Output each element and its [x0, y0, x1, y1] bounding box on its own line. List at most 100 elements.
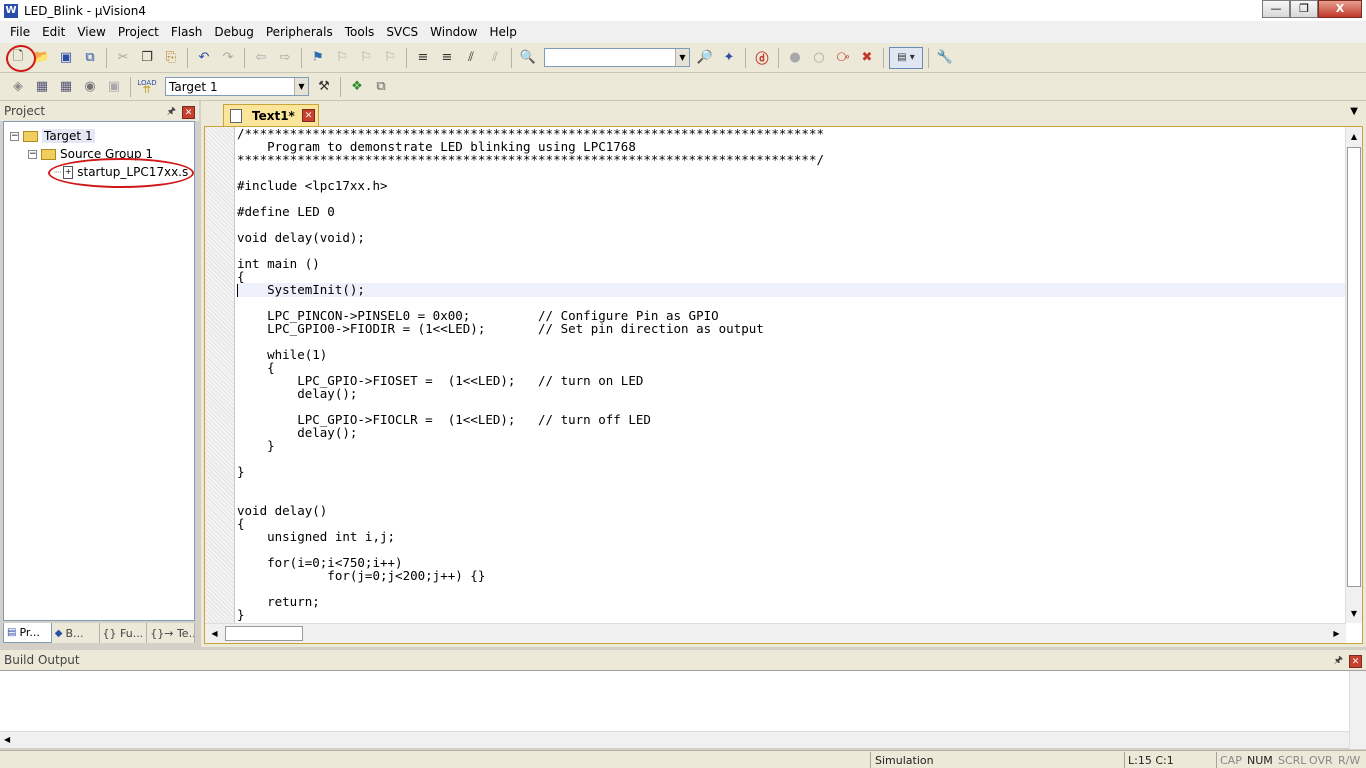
collapse-icon[interactable]: −: [10, 131, 19, 141]
window-layout-icon[interactable]: ▤ ▾: [889, 46, 923, 69]
stop-build-icon[interactable]: ▣: [103, 76, 125, 98]
comment-icon[interactable]: ⫽: [460, 47, 482, 69]
editor-gutter[interactable]: [205, 127, 235, 623]
scroll-up-icon[interactable]: ▲: [1346, 129, 1362, 144]
scroll-thumb[interactable]: [225, 626, 303, 641]
status-num-lock: NUM: [1247, 754, 1273, 767]
save-icon[interactable]: ▣: [55, 47, 77, 69]
manage-books-icon[interactable]: ⧉: [370, 76, 392, 98]
code-area[interactable]: /***************************************…: [237, 127, 1345, 623]
scroll-left-icon[interactable]: ◀: [4, 735, 10, 744]
menu-file[interactable]: File: [4, 21, 36, 43]
menu-debug[interactable]: Debug: [208, 21, 259, 43]
menu-peripherals[interactable]: Peripherals: [260, 21, 339, 43]
menu-svcs[interactable]: SVCS: [380, 21, 424, 43]
scroll-down-icon[interactable]: ▼: [1346, 606, 1362, 621]
undo-icon[interactable]: ↶: [193, 47, 215, 69]
menu-flash[interactable]: Flash: [165, 21, 208, 43]
code-line: LPC_GPIO0->FIODIR = (1<<LED); // Set pin…: [237, 321, 764, 336]
pin-icon[interactable]: 🖈: [1334, 653, 1343, 670]
target-options-icon[interactable]: ⚒: [313, 76, 335, 98]
editor-vertical-scrollbar[interactable]: ▲ ▼: [1345, 127, 1362, 623]
batch-build-icon[interactable]: ◉: [79, 76, 101, 98]
build-output-horizontal-scrollbar[interactable]: ◀: [0, 731, 1349, 748]
title-bar: W LED_Blink - µVision4 — ❐ X: [0, 0, 1366, 21]
close-icon[interactable]: ✕: [182, 106, 195, 119]
configure-icon[interactable]: 🔧: [934, 47, 956, 69]
incremental-find-icon[interactable]: ✦: [718, 47, 740, 69]
uncomment-icon[interactable]: ⫽: [484, 47, 506, 69]
find-combo[interactable]: ▼: [544, 48, 690, 67]
editor-horizontal-scrollbar[interactable]: ◀ ▶: [205, 623, 1346, 643]
code-line: unsigned int i,j;: [237, 529, 396, 544]
window-controls: — ❐ X: [1262, 0, 1362, 18]
tree-node-target[interactable]: − Target 1: [10, 128, 95, 144]
close-button[interactable]: X: [1318, 0, 1362, 18]
toolbar-separator: [106, 47, 107, 68]
tab-text1[interactable]: Text1* ✕: [223, 104, 319, 126]
code-line: }: [237, 607, 245, 622]
clear-bookmarks-icon[interactable]: ⚐: [379, 47, 401, 69]
tab-list-chevron-icon[interactable]: ▼: [1350, 106, 1358, 117]
tab-books[interactable]: ◆ B...: [52, 623, 100, 643]
chevron-down-icon[interactable]: ▼: [675, 49, 689, 66]
kill-breakpoints-icon[interactable]: ✖: [856, 47, 878, 69]
find-icon[interactable]: 🔎: [694, 47, 716, 69]
pin-icon[interactable]: 🖈: [167, 104, 176, 121]
menu-window[interactable]: Window: [424, 21, 483, 43]
open-file-icon[interactable]: 📂: [31, 47, 53, 69]
tab-project[interactable]: ▤ Pr...: [3, 623, 52, 643]
code-editor[interactable]: /***************************************…: [204, 126, 1363, 644]
debug-session-icon[interactable]: ⓓ: [751, 47, 773, 69]
save-all-icon[interactable]: ⧉: [79, 47, 101, 69]
menu-edit[interactable]: Edit: [36, 21, 71, 43]
translate-icon[interactable]: ◈: [7, 76, 29, 98]
cut-icon[interactable]: ✂: [112, 47, 134, 69]
new-file-icon[interactable]: 🗋: [7, 47, 29, 69]
insert-breakpoint-icon[interactable]: ●: [784, 47, 806, 69]
copy-icon[interactable]: ❐: [136, 47, 158, 69]
menu-tools[interactable]: Tools: [339, 21, 381, 43]
menu-view[interactable]: View: [71, 21, 111, 43]
chevron-down-icon[interactable]: ▼: [294, 78, 308, 95]
tab-templates-label: {}→ Te...: [150, 626, 195, 640]
bookmark-icon[interactable]: ⚑: [307, 47, 329, 69]
disable-breakpoints-icon[interactable]: ⧂: [832, 47, 854, 69]
collapse-icon[interactable]: −: [28, 149, 37, 159]
menu-project[interactable]: Project: [112, 21, 165, 43]
close-tab-icon[interactable]: ✕: [302, 109, 315, 122]
rebuild-icon[interactable]: ▦: [55, 76, 77, 98]
toolbar-separator: [745, 47, 746, 68]
unindent-icon[interactable]: ≡: [436, 47, 458, 69]
manage-components-icon[interactable]: ❖: [346, 76, 368, 98]
scroll-thumb[interactable]: [1347, 147, 1361, 587]
menu-help[interactable]: Help: [483, 21, 522, 43]
indent-icon[interactable]: ≡: [412, 47, 434, 69]
tree-node-group[interactable]: − Source Group 1: [28, 146, 153, 162]
tree-node-file[interactable]: ┈ + startup_LPC17xx.s: [54, 164, 188, 180]
enable-breakpoint-icon[interactable]: ○: [808, 47, 830, 69]
prev-bookmark-icon[interactable]: ⚐: [331, 47, 353, 69]
close-icon[interactable]: ✕: [1349, 655, 1362, 668]
minimize-button[interactable]: —: [1262, 0, 1290, 18]
build-output-vertical-scrollbar[interactable]: [1349, 671, 1366, 749]
build-output-pane[interactable]: ◀: [0, 670, 1366, 749]
tab-templates[interactable]: {}→ Te...: [147, 623, 195, 643]
navigate-forward-icon[interactable]: ⇨: [274, 47, 296, 69]
scroll-right-icon[interactable]: ▶: [1329, 626, 1344, 641]
file-toolbar: 🗋 📂 ▣ ⧉ ✂ ❐ ⎘ ↶ ↷ ⇦ ⇨ ⚑ ⚐ ⚐ ⚐ ≡ ≡ ⫽ ⫽ 🔍 …: [0, 43, 1366, 73]
scroll-left-icon[interactable]: ◀: [207, 626, 222, 641]
navigate-back-icon[interactable]: ⇦: [250, 47, 272, 69]
build-icon[interactable]: ▦: [31, 76, 53, 98]
tab-functions[interactable]: {} Fu...: [100, 623, 148, 643]
maximize-button[interactable]: ❐: [1290, 0, 1318, 18]
find-in-files-icon[interactable]: 🔍: [517, 47, 539, 69]
paste-icon[interactable]: ⎘: [160, 47, 182, 69]
status-separator: [1216, 752, 1217, 768]
redo-icon[interactable]: ↷: [217, 47, 239, 69]
tree-label-target: Target 1: [42, 129, 95, 143]
load-icon[interactable]: LOAD ⇈: [136, 76, 158, 98]
target-folder-icon: [23, 130, 38, 142]
next-bookmark-icon[interactable]: ⚐: [355, 47, 377, 69]
target-select[interactable]: Target 1 ▼: [165, 77, 309, 96]
